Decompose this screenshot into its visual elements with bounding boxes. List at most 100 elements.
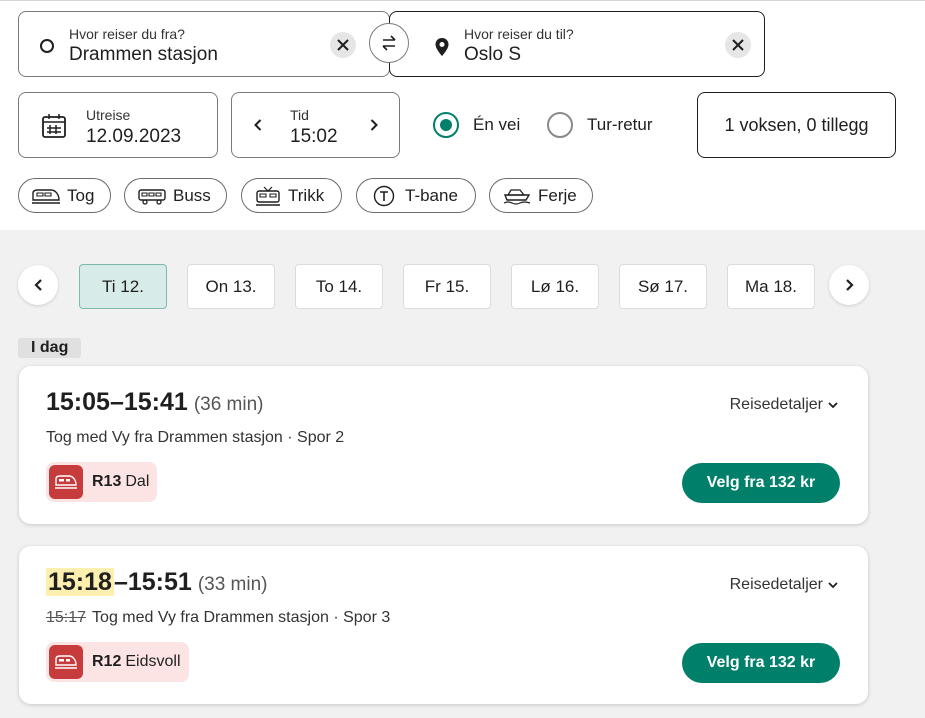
from-value[interactable]: Drammen stasjon — [69, 44, 218, 66]
trip-time: 15:05–15:41 (36 min) — [46, 388, 264, 417]
date-value[interactable]: 12.09.2023 — [86, 126, 181, 148]
trip-description: Tog med Vy fra Drammen stasjon · Spor 2 — [46, 429, 345, 446]
filter-chip-trikk[interactable]: Trikk — [241, 178, 342, 213]
date-tab-selected[interactable]: Ti 12. — [79, 264, 167, 309]
clear-to-button[interactable] — [725, 32, 751, 58]
close-icon — [732, 39, 744, 51]
date-tab-label: Ti 12. — [102, 276, 144, 296]
clear-from-button[interactable] — [330, 32, 356, 58]
time-separator: – — [109, 388, 124, 416]
train-icon — [49, 465, 83, 499]
chevron-left-icon — [33, 279, 42, 291]
filter-chip-label: T-bane — [405, 185, 458, 205]
departure-time: 15:05 — [46, 388, 110, 416]
date-tab-label: On 13. — [205, 276, 257, 296]
date-tab[interactable]: Fr 15. — [403, 264, 491, 309]
date-tab[interactable]: To 14. — [295, 264, 383, 309]
trip-description-row: 15:17 Tog med Vy fra Drammen stasjon · Sp… — [46, 609, 390, 627]
filter-chip-tog[interactable]: Tog — [18, 178, 111, 213]
trip-duration: (33 min) — [197, 574, 268, 595]
location-pin-icon — [435, 38, 449, 56]
date-tab-label: Fr 15. — [424, 276, 470, 296]
arrival-time: 15:41 — [123, 388, 188, 416]
passengers-button[interactable]: 1 voksen, 0 tillegg — [697, 92, 896, 158]
date-tab[interactable]: On 13. — [187, 264, 275, 309]
date-tab-label: Lø 16. — [530, 276, 580, 296]
trip-duration: (36 min) — [193, 394, 264, 415]
one-way-label: Én vei — [473, 115, 521, 134]
trip-card: 15:05–15:41 (36 min) Reisedetaljer Tog me… — [19, 366, 868, 524]
swap-icon — [382, 35, 396, 51]
calendar-icon — [42, 114, 66, 138]
ferry-icon — [503, 188, 531, 205]
filter-chip-label: Trikk — [288, 185, 325, 205]
date-label: Utreise — [86, 107, 131, 123]
time-field[interactable]: Tid 15:02 — [231, 92, 400, 158]
search-panel: Hvor reiser du fra? Drammen stasjon Hvor… — [0, 0, 925, 230]
date-tab[interactable]: Lø 16. — [511, 264, 599, 309]
line-code: R13 — [92, 473, 122, 490]
to-value[interactable]: Oslo S — [464, 44, 521, 66]
time-label: Tid — [290, 107, 309, 123]
time-separator: – — [113, 568, 128, 596]
from-field[interactable]: Hvor reiser du fra? Drammen stasjon — [18, 11, 390, 77]
date-tab-label: Sø 17. — [637, 276, 689, 296]
tram-icon — [256, 186, 280, 206]
trip-details-button[interactable]: Reisedetaljer — [730, 576, 838, 594]
filter-chip-label: Tog — [67, 185, 95, 205]
one-way-option[interactable]: Én vei — [433, 112, 533, 140]
chevron-down-icon — [828, 581, 838, 588]
time-decrease-button[interactable] — [250, 115, 266, 135]
filter-chip-buss[interactable]: Buss — [124, 178, 227, 213]
line-destination: Dal — [125, 473, 150, 490]
trip-details-label: Reisedetaljer — [729, 396, 823, 413]
departure-time: 15:18 — [46, 568, 114, 596]
to-field[interactable]: Hvor reiser du til? Oslo S — [389, 11, 765, 77]
filter-chip-label: Ferje — [538, 185, 577, 205]
close-icon — [337, 39, 349, 51]
line-badge: R13 Dal — [46, 462, 158, 502]
round-trip-option[interactable]: Tur-retur — [547, 112, 667, 140]
round-trip-label: Tur-retur — [587, 115, 653, 134]
trip-card: 15:18–15:51 (33 min) Reisedetaljer 15:17 T… — [19, 546, 868, 704]
metro-icon — [373, 185, 395, 206]
filter-chip-ferje[interactable]: Ferje — [489, 178, 593, 213]
line-destination: Eidsvoll — [125, 653, 181, 670]
filter-chip-t-bane[interactable]: T-bane — [356, 178, 476, 213]
trip-time: 15:18–15:51 (33 min) — [46, 568, 268, 597]
chevron-left-icon — [254, 119, 262, 131]
arrival-time: 15:51 — [127, 568, 192, 596]
date-tab-label: Ma 18. — [745, 276, 797, 296]
chevron-right-icon — [845, 279, 854, 291]
select-trip-button[interactable]: Velg fra 132 kr — [682, 643, 840, 683]
train-icon — [32, 188, 60, 204]
select-trip-button[interactable]: Velg fra 132 kr — [682, 463, 840, 503]
date-tab[interactable]: Ma 18. — [727, 264, 815, 309]
original-departure-time: 15:17 — [46, 609, 87, 626]
next-dates-button[interactable] — [829, 265, 869, 305]
from-label: Hvor reiser du fra? — [69, 26, 185, 42]
chevron-right-icon — [370, 119, 378, 131]
date-tab[interactable]: Sø 17. — [619, 264, 707, 309]
previous-dates-button[interactable] — [18, 265, 58, 305]
chevron-down-icon — [828, 401, 838, 408]
bus-icon — [138, 188, 166, 205]
line-code: R12 — [92, 653, 122, 670]
trip-details-button[interactable]: Reisedetaljer — [730, 396, 838, 414]
date-tab-label: To 14. — [315, 276, 363, 296]
train-icon — [49, 645, 83, 679]
date-field[interactable]: Utreise 12.09.2023 — [18, 92, 218, 158]
trip-details-label: Reisedetaljer — [729, 576, 823, 593]
origin-icon — [40, 39, 54, 53]
one-way-radio[interactable] — [433, 112, 459, 138]
round-trip-radio[interactable] — [547, 112, 573, 138]
line-badge: R12 Eidsvoll — [46, 642, 189, 682]
filter-chip-label: Buss — [173, 185, 211, 205]
swap-button[interactable] — [369, 23, 409, 63]
passengers-label: 1 voksen, 0 tillegg — [724, 114, 869, 135]
time-value[interactable]: 15:02 — [290, 126, 338, 148]
trip-description: Tog med Vy fra Drammen stasjon · Spor 3 — [92, 609, 391, 626]
day-label: I dag — [18, 338, 82, 358]
to-label: Hvor reiser du til? — [464, 26, 574, 42]
time-increase-button[interactable] — [366, 115, 382, 135]
